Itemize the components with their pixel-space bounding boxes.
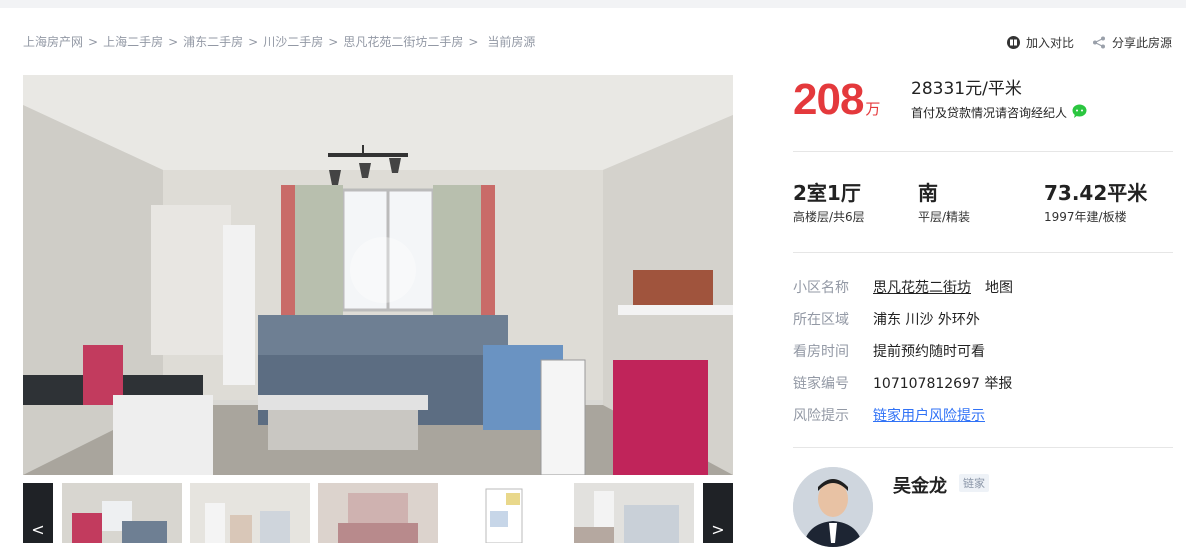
area-value: 浦东 川沙 外环外	[873, 312, 980, 328]
community-link[interactable]: 思凡花苑二街坊	[873, 280, 971, 296]
attr-room-layout: 2室1厅 高楼层/共6层	[793, 180, 865, 225]
total-price-unit: 万	[865, 100, 881, 118]
visit-time-label: 看房时间	[793, 344, 849, 360]
agent-avatar[interactable]	[793, 467, 873, 547]
info-row-area: 所在区域 浦东 川沙 外环外	[793, 309, 980, 329]
share-icon	[1092, 36, 1106, 49]
breadcrumb-link-shanghai-secondhand[interactable]: 上海二手房	[103, 35, 163, 49]
breadcrumb-separator: >	[248, 35, 259, 49]
thumbnail-image[interactable]	[62, 483, 182, 543]
breadcrumb-link-shanghai-home[interactable]: 上海房产网	[23, 35, 83, 49]
compare-icon	[1006, 36, 1020, 49]
unit-price: 28331元/平米	[911, 74, 1022, 99]
breadcrumb-separator: >	[168, 35, 179, 49]
divider	[793, 447, 1173, 448]
community-map-link[interactable]: 地图	[985, 280, 1013, 296]
add-compare-label: 加入对比	[1025, 36, 1074, 50]
attr-area-value: 73.42平米	[1044, 181, 1148, 205]
main-listing-photo[interactable]	[23, 75, 733, 475]
down-payment-text: 首付及贷款情况请咨询经纪人	[911, 106, 1068, 120]
breadcrumb-link-chuansha[interactable]: 川沙二手房	[263, 35, 323, 49]
share-button[interactable]: 分享此房源	[1092, 34, 1172, 51]
share-label: 分享此房源	[1111, 36, 1172, 50]
thumbnail-image[interactable]	[190, 483, 310, 543]
total-price-value: 208	[793, 75, 864, 124]
gallery-next-button[interactable]: >	[703, 483, 733, 543]
down-payment-note[interactable]: 首付及贷款情况请咨询经纪人	[911, 104, 1087, 121]
info-row-community: 小区名称 思凡花苑二街坊 地图	[793, 277, 1013, 297]
agent-name[interactable]: 吴金龙	[893, 472, 947, 498]
attr-orientation-sub: 平层/精装	[918, 210, 971, 224]
listing-actions: 加入对比 分享此房源	[1006, 34, 1172, 51]
thumbnail-image[interactable]	[318, 483, 438, 543]
divider	[793, 252, 1173, 253]
divider	[793, 151, 1173, 152]
gallery-prev-button[interactable]: <	[23, 483, 53, 543]
breadcrumb-link-pudong[interactable]: 浦东二手房	[183, 35, 243, 49]
thumbnail-image[interactable]	[574, 483, 694, 543]
breadcrumb-separator: >	[468, 35, 479, 49]
attr-orientation: 南 平层/精装	[918, 180, 970, 225]
community-label: 小区名称	[793, 280, 849, 296]
breadcrumb: 上海房产网 > 上海二手房 > 浦东二手房 > 川沙二手房 > 思凡花苑二街坊二手房 > 当前房源	[23, 33, 535, 50]
breadcrumb-separator: >	[328, 35, 339, 49]
breadcrumb-link-community[interactable]: 思凡花苑二街坊二手房	[343, 35, 463, 49]
listing-id-value[interactable]: 107107812697 举报	[873, 376, 1012, 392]
total-price: 208 万	[793, 72, 880, 128]
risk-label: 风险提示	[793, 408, 849, 424]
risk-notice-link[interactable]: 链家用户风险提示	[873, 408, 985, 424]
top-bar	[0, 0, 1186, 8]
info-row-risk: 风险提示 链家用户风险提示	[793, 405, 985, 425]
info-row-listing-id: 链家编号 107107812697 举报	[793, 373, 1012, 393]
attr-room-layout-sub: 高楼层/共6层	[793, 210, 865, 224]
add-compare-button[interactable]: 加入对比	[1006, 34, 1074, 51]
attr-room-layout-value: 2室1厅	[793, 181, 861, 205]
breadcrumb-separator: >	[88, 35, 99, 49]
thumbnail-floorplan[interactable]	[446, 483, 566, 543]
thumbnail-strip: < >	[23, 483, 733, 543]
attr-area: 73.42平米 1997年建/板楼	[1044, 180, 1147, 225]
info-row-visit-time: 看房时间 提前预约随时可看	[793, 341, 985, 361]
unit-price-suffix: 元/平米	[965, 79, 1022, 99]
agent-brand-badge: 链家	[959, 474, 989, 492]
wechat-chat-icon[interactable]	[1072, 104, 1087, 121]
area-label: 所在区域	[793, 312, 849, 328]
attr-area-sub: 1997年建/板楼	[1044, 210, 1127, 224]
unit-price-value: 28331	[911, 79, 966, 99]
breadcrumb-current: 当前房源	[487, 35, 536, 49]
listing-id-label: 链家编号	[793, 376, 849, 392]
visit-time-value: 提前预约随时可看	[873, 344, 985, 360]
attr-orientation-value: 南	[918, 181, 938, 205]
